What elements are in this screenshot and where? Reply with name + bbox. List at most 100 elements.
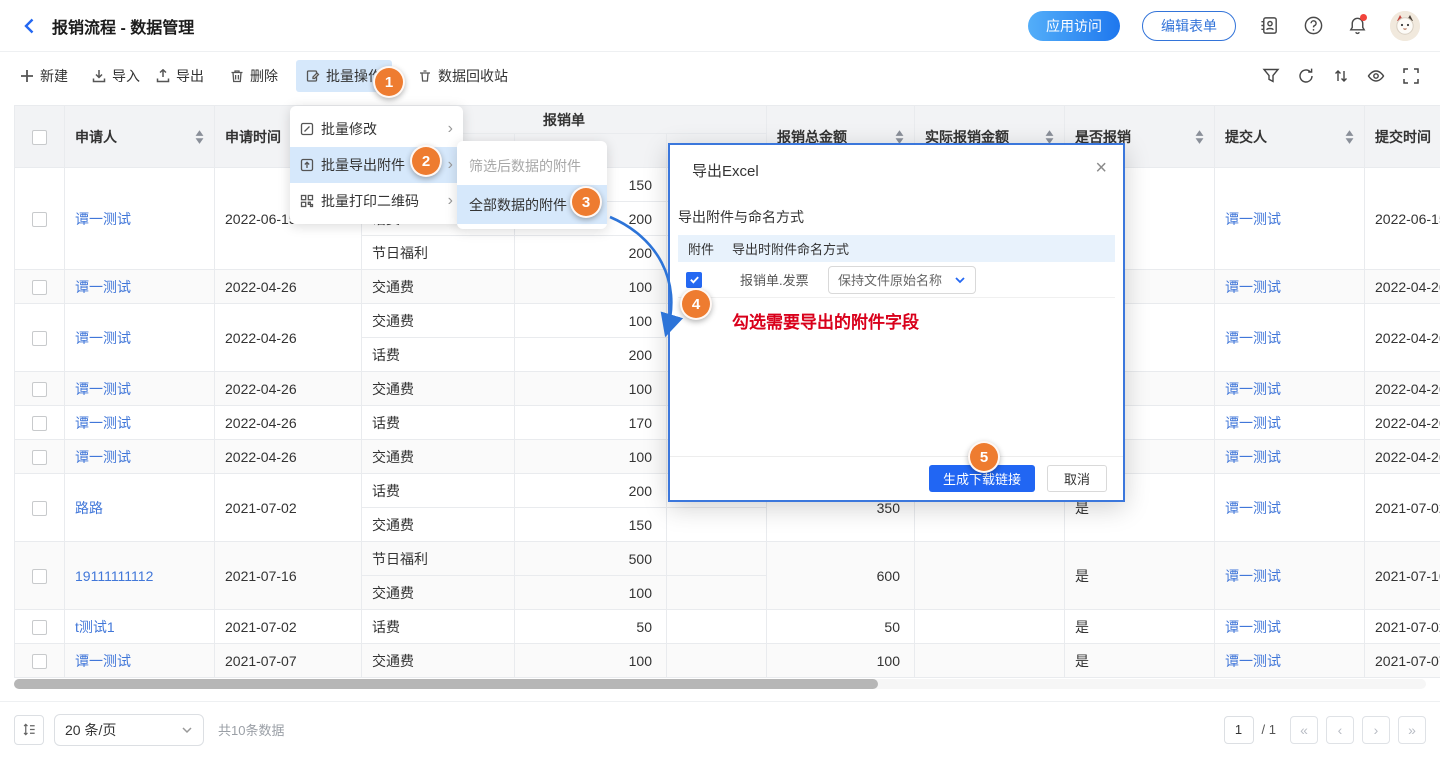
submitter-link[interactable]: 谭一测试: [1215, 270, 1365, 304]
cancel-button[interactable]: 取消: [1047, 465, 1107, 492]
column-visibility-icon[interactable]: [1367, 67, 1385, 85]
applicant-link[interactable]: 路路: [65, 474, 215, 542]
expense-type-cell: 交通费: [362, 304, 515, 338]
column-header-submit-time[interactable]: 提交时间: [1365, 106, 1440, 168]
sort-caret-icon[interactable]: [1345, 130, 1354, 144]
row-select-cell: [15, 304, 65, 372]
app-access-button[interactable]: 应用访问: [1028, 11, 1120, 41]
trash-icon: [230, 69, 244, 83]
column-header-submitter[interactable]: 提交人: [1215, 106, 1365, 168]
attachment-checkbox[interactable]: [686, 272, 702, 288]
table-row: 191111111122021-07-16节日福利500600是谭一测试2021…: [15, 542, 1440, 576]
menu-item-label: 批量打印二维码: [321, 191, 441, 211]
applicant-link[interactable]: 谭一测试: [65, 270, 215, 304]
row-select-cell: [15, 168, 65, 270]
submit-time-cell: 2021-07-07: [1365, 644, 1440, 678]
row-checkbox[interactable]: [32, 331, 47, 346]
sort-caret-icon[interactable]: [895, 130, 904, 144]
recycle-bin-button[interactable]: 数据回收站: [418, 66, 508, 86]
back-icon[interactable]: [20, 16, 40, 36]
delete-button[interactable]: 删除: [230, 66, 278, 86]
total-amount-cell: 600: [767, 542, 915, 610]
notification-bell-icon[interactable]: [1346, 15, 1368, 37]
table-toolbar: 新建 导入 导出 删除 批量操作 数据回收站: [0, 52, 1440, 100]
submitter-link[interactable]: 谭一测试: [1215, 304, 1365, 372]
contacts-icon[interactable]: [1258, 15, 1280, 37]
row-checkbox[interactable]: [32, 569, 47, 584]
sort-caret-icon[interactable]: [195, 130, 204, 144]
submitter-link[interactable]: 谭一测试: [1215, 372, 1365, 406]
sort-icon[interactable]: [1332, 67, 1350, 85]
submitter-link[interactable]: 谭一测试: [1215, 644, 1365, 678]
row-checkbox[interactable]: [32, 280, 47, 295]
submit-time-cell: 2022-04-26: [1365, 440, 1440, 474]
applicant-link[interactable]: 谭一测试: [65, 168, 215, 270]
expense-type-cell: 交通费: [362, 576, 515, 610]
submitter-link[interactable]: 谭一测试: [1215, 610, 1365, 644]
refresh-icon[interactable]: [1297, 67, 1315, 85]
first-page-button[interactable]: «: [1290, 716, 1318, 744]
select-all-checkbox[interactable]: [32, 130, 47, 145]
applicant-link[interactable]: t测试1: [65, 610, 215, 644]
menu-item-0[interactable]: 批量修改›: [290, 111, 463, 147]
row-checkbox[interactable]: [32, 501, 47, 516]
applicant-link[interactable]: 谭一测试: [65, 304, 215, 372]
applicant-link[interactable]: 谭一测试: [65, 372, 215, 406]
row-checkbox[interactable]: [32, 450, 47, 465]
actual-amount-cell: [915, 610, 1065, 644]
row-checkbox[interactable]: [32, 620, 47, 635]
last-page-button[interactable]: »: [1398, 716, 1426, 744]
sort-caret-icon[interactable]: [1195, 130, 1204, 144]
modal-section-label: 导出附件与命名方式: [678, 207, 1115, 227]
export-button[interactable]: 导出: [156, 66, 204, 86]
sort-caret-icon[interactable]: [1045, 130, 1054, 144]
submitter-link[interactable]: 谭一测试: [1215, 474, 1365, 542]
invoice-cell: [667, 576, 767, 610]
chevron-down-icon: [954, 274, 966, 286]
expense-amount-cell: 170: [515, 406, 667, 440]
submitter-link[interactable]: 谭一测试: [1215, 406, 1365, 440]
naming-select[interactable]: 保持文件原始名称: [828, 266, 976, 294]
row-select-cell: [15, 406, 65, 440]
row-checkbox[interactable]: [32, 382, 47, 397]
apply-time-cell: 2022-04-26: [215, 304, 362, 372]
close-icon[interactable]: ×: [1095, 158, 1107, 178]
prev-page-button[interactable]: ‹: [1326, 716, 1354, 744]
row-checkbox[interactable]: [32, 654, 47, 669]
help-icon[interactable]: [1302, 15, 1324, 37]
filter-icon[interactable]: [1262, 67, 1280, 85]
edit-form-button[interactable]: 编辑表单: [1142, 11, 1236, 41]
row-checkbox[interactable]: [32, 212, 47, 227]
menu-item-2[interactable]: 批量打印二维码›: [290, 183, 463, 219]
expense-type-cell: 交通费: [362, 270, 515, 304]
applicant-link[interactable]: 谭一测试: [65, 440, 215, 474]
next-page-button[interactable]: ›: [1362, 716, 1390, 744]
row-height-button[interactable]: [14, 715, 44, 745]
submit-time-cell: 2021-07-16: [1365, 542, 1440, 610]
submitter-link[interactable]: 谭一测试: [1215, 542, 1365, 610]
current-page-input[interactable]: 1: [1224, 716, 1254, 744]
applicant-link[interactable]: 19111111112: [65, 542, 215, 610]
row-checkbox[interactable]: [32, 416, 47, 431]
horizontal-scrollbar-thumb[interactable]: [14, 679, 878, 689]
recycle-bin-icon: [418, 69, 432, 83]
row-select-cell: [15, 270, 65, 304]
top-header: 报销流程 - 数据管理 应用访问 编辑表单: [0, 0, 1440, 52]
new-button[interactable]: 新建: [20, 66, 68, 86]
column-header-applicant[interactable]: 申请人: [65, 106, 215, 168]
submit-time-cell: 2022-04-26: [1365, 304, 1440, 372]
horizontal-scrollbar-track: [14, 679, 1426, 689]
fullscreen-icon[interactable]: [1402, 67, 1420, 85]
submitter-link[interactable]: 谭一测试: [1215, 168, 1365, 270]
applicant-link[interactable]: 谭一测试: [65, 644, 215, 678]
expense-amount-cell: 100: [515, 304, 667, 338]
attachment-table-header: 附件 导出时附件命名方式: [678, 235, 1115, 262]
import-button[interactable]: 导入: [92, 66, 140, 86]
applicant-link[interactable]: 谭一测试: [65, 406, 215, 440]
page-size-select[interactable]: 20 条/页: [54, 714, 204, 746]
submitter-link[interactable]: 谭一测试: [1215, 440, 1365, 474]
submenu-item-0[interactable]: 筛选后数据的附件: [457, 146, 607, 185]
expense-type-cell: 节日福利: [362, 236, 515, 270]
user-avatar[interactable]: [1390, 11, 1420, 41]
apply-time-cell: 2022-04-26: [215, 372, 362, 406]
